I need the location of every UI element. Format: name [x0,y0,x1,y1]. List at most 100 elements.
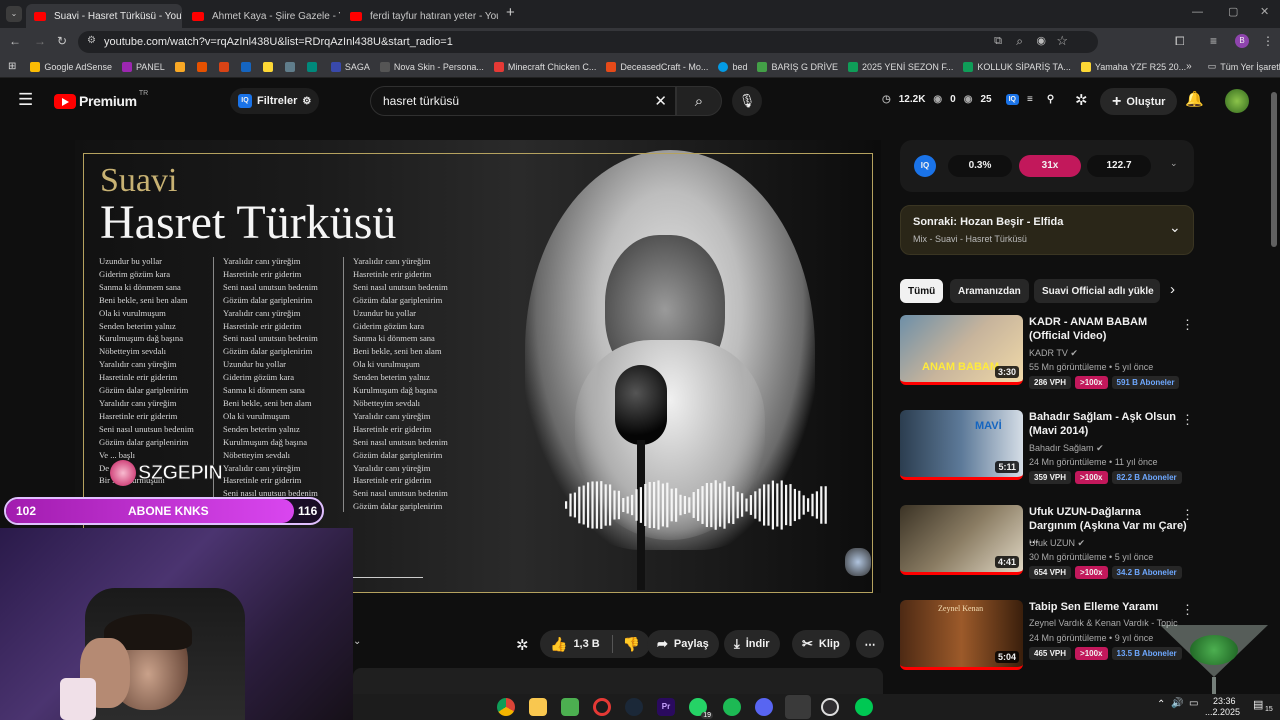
notifications-bell-icon[interactable]: 🔔 [1185,90,1204,108]
hamburger-menu-icon[interactable]: ☰ [18,90,33,110]
more-vert-icon[interactable]: ⋮ [1181,507,1194,523]
clock-time[interactable]: 23:36 [1213,696,1236,706]
browser-tab-2[interactable]: Ahmet Kaya - Şiire Gazele - You ✕ [184,4,340,28]
more-actions-button[interactable]: ⋯ [856,630,884,658]
recommendation-card[interactable]: Zeynel Kenan 5:04 Tabip Sen Elleme Yaram… [900,600,1200,680]
more-vert-icon[interactable]: ⋮ [1181,317,1194,333]
browser-app-icon[interactable] [785,695,811,719]
file-explorer-icon[interactable] [529,698,547,716]
bookmark-item[interactable]: bed [718,61,747,72]
browser-tab-3[interactable]: ferdi tayfur hatıran yeter - YouT ✕ [342,4,498,28]
iq-icon[interactable]: IQ [914,155,936,177]
description-box[interactable] [353,668,883,694]
vph-badge: 359 VPH [1029,471,1072,484]
tab-search-icon[interactable]: ⌄ [6,6,22,22]
chip-all[interactable]: Tümü [900,279,944,303]
up-next-panel[interactable]: Sonraki: Hozan Beşir - Elfida Mix - Suav… [900,205,1194,255]
video-player[interactable]: Suavi Hasret Türküsü Uzundur bu yollar Gi… [75,140,881,593]
discord-app-icon[interactable] [755,698,773,716]
network-icon[interactable]: ▭ [1189,698,1198,709]
search-button[interactable]: ⌕ [676,86,722,116]
bookmark-item[interactable]: PANEL [121,61,165,72]
chip-channel-uploads[interactable]: Suavi Official adlı yükle [1034,279,1160,303]
pin-icon[interactable]: ⚲ [1047,94,1054,105]
more-bookmarks-icon[interactable]: » [1186,61,1192,72]
app-icon[interactable] [855,698,873,716]
bookmark-item[interactable]: DeceasedCraft - Mo... [606,61,708,72]
bookmark-item[interactable]: Google AdSense [30,61,112,72]
chevron-down-icon[interactable]: ⌄ [1169,219,1181,236]
voice-search-button[interactable]: 🎙 [732,86,762,116]
lyric-line: Hasretinle erir giderim [223,320,302,331]
chip-from-search[interactable]: Aramanızdan [950,279,1029,303]
minimize-icon[interactable]: — [1192,6,1203,18]
page-scrollbar[interactable] [1271,92,1277,247]
browser-tab-1[interactable]: Suavi - Hasret Türküsü - YouTu 🔊 ✕ [26,4,182,28]
volume-icon[interactable]: 🔊 [1171,698,1183,709]
address-bar[interactable]: ⚙ youtube.com/watch?v=rqAzInl438U&list=R… [78,31,1098,53]
bookmark-item[interactable]: KOLLUK SİPARİŞ TA... [963,61,1071,72]
apps-icon[interactable]: ⊞ [8,61,16,72]
extensions-icon[interactable]: ⧠ [1175,34,1185,49]
create-button[interactable]: + Oluştur [1100,88,1178,115]
recommendation-card[interactable]: ANAM BABAM 3:30 KADR - ANAM BABAM (Offic… [900,315,1200,395]
more-vert-icon[interactable]: ⋮ [1181,412,1194,428]
chevron-down-icon[interactable]: ⌄ [1170,158,1178,169]
bookmark-icons-row[interactable] [174,61,321,72]
chrome-app-icon[interactable] [497,698,515,716]
recommendation-card[interactable]: 4:41 Ufuk UZUN-Dağlarına Dargınım (Aşkın… [900,505,1200,585]
steam-app-icon[interactable] [625,698,643,716]
account-avatar[interactable] [1225,89,1249,113]
search-input[interactable]: hasret türküsü ✕ [370,86,676,116]
more-vert-icon[interactable]: ⋮ [1181,602,1194,618]
bookmark-item[interactable]: BARIŞ G DRİVE [757,61,838,72]
lyric-line: Yaralıdır canı yüreğim [223,462,301,473]
new-tab-icon[interactable]: + [506,4,515,21]
puzzle-action-icon[interactable]: ✲ [516,636,529,654]
like-button[interactable]: 👍 1,3 B 👎 [540,630,651,658]
bookmark-item[interactable]: 2025 YENİ SEZON F... [847,61,953,72]
iq-icon[interactable]: IQ [1005,94,1019,105]
minecraft-app-icon[interactable] [561,698,579,716]
back-icon[interactable]: ← [9,34,21,48]
bookmark-item[interactable]: Yamaha YZF R25 20... [1080,61,1186,72]
reload-icon[interactable]: ↻ [57,34,67,48]
bookmark-item[interactable]: Nova Skin - Persona... [379,61,484,72]
download-button[interactable]: ⤓ İndir [724,630,780,658]
media-icon[interactable]: ≡ [1210,34,1217,48]
profile-avatar[interactable]: B [1235,34,1249,48]
opera-app-icon[interactable] [593,698,611,716]
chevron-right-icon[interactable]: › [1170,281,1175,298]
more-arrow-icon[interactable]: ⌄ [353,636,361,647]
youtube-logo[interactable]: Premium TR [54,90,148,109]
recommendation-card[interactable]: MAVİ 5:11 Bahadır Sağlam - Aşk Olsun (Ma… [900,410,1200,490]
site-info-icon[interactable]: ⚙ [87,35,96,46]
menu-icon[interactable]: ⋮ [1262,34,1274,48]
waveform-bar [741,493,744,517]
premiere-app-icon[interactable]: Pr [657,698,675,716]
all-bookmarks[interactable]: ▭Tüm Yer İşaretleri [1208,61,1280,72]
maximize-icon[interactable]: ▢ [1228,5,1238,18]
puzzle-icon[interactable]: ✲ [1075,91,1088,109]
list-icon[interactable]: ≡ [1027,94,1033,105]
forward-icon[interactable]: → [34,34,46,48]
window-close-icon[interactable]: ✕ [1260,5,1269,18]
clock-date[interactable]: ...2.2025 [1205,707,1240,717]
multiplier-badge: >100x [1075,471,1108,484]
tray-chevron-icon[interactable]: ⌃ [1157,699,1165,710]
obs-app-icon[interactable] [821,698,839,716]
clip-button[interactable]: ✂ Klip [792,630,850,658]
bookmark-item[interactable]: SAGA [330,61,370,72]
notification-icon[interactable]: ▤ [1253,698,1263,711]
spotify-app-icon[interactable] [723,698,741,716]
whatsapp-app-icon[interactable]: 19 [689,698,713,719]
bookmark-star-icon[interactable]: ☆ [1056,33,1068,49]
clear-search-icon[interactable]: ✕ [654,92,667,110]
bookmark-item[interactable]: Minecraft Chicken C... [493,61,596,72]
cast-icon[interactable]: ⧉ [994,35,1002,48]
filters-button[interactable]: IQ Filtreler ⚙ [230,88,320,114]
thumbs-down-icon[interactable]: 👎 [623,636,640,653]
share-button[interactable]: ➦ Paylaş [647,630,719,658]
eye-off-icon[interactable]: ◉ [1036,34,1046,47]
zoom-icon[interactable]: ⌕ [1016,34,1023,49]
